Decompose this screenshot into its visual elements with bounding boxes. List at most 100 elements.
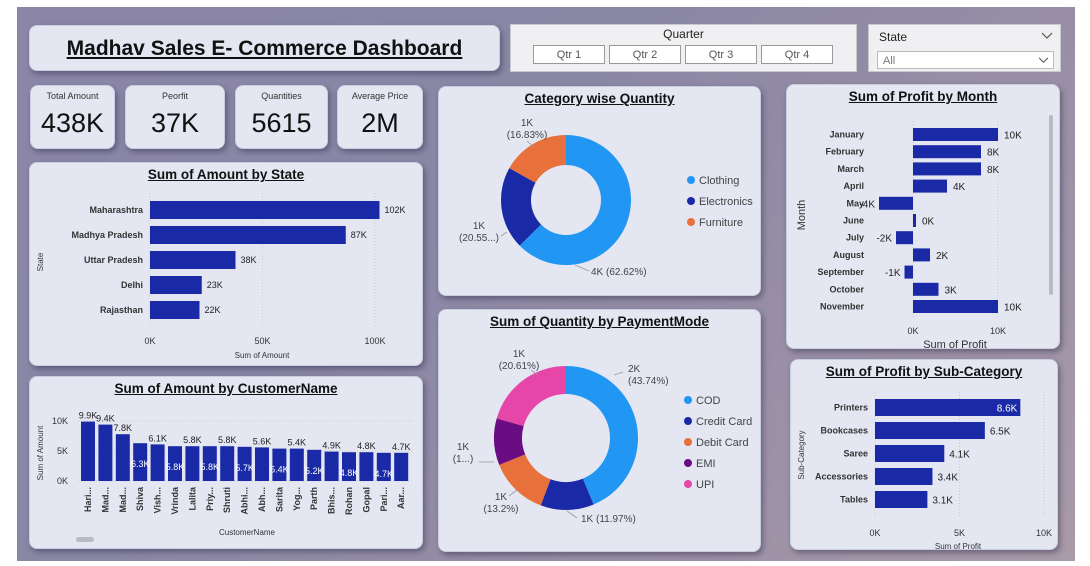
data-label: 3.1K [932,496,953,507]
data-label: 1K (11.97%) [581,514,636,525]
y-tick-label: Madhya Pradesh [71,230,143,240]
x-tick-label: Abhi... [240,487,250,515]
legend-label: Furniture [699,217,743,229]
legend-label: Clothing [699,175,739,187]
x-tick-label: Mad... [118,487,128,513]
legend-marker [684,417,692,425]
x-axis-title: Sum of Profit [923,339,987,350]
quarter-option-qtr3[interactable]: Qtr 3 [685,45,757,64]
data-label: 4.1K [949,450,970,461]
data-label: 5.2K [305,466,324,476]
leader-line [613,371,624,376]
x-tick-label: Mad... [100,487,110,513]
data-label: (1...) [453,454,474,465]
kpi-value: 5615 [251,108,312,138]
data-label: 1K [521,118,534,129]
quarter-option-qtr4[interactable]: Qtr 4 [761,45,833,64]
page-title: Madhav Sales E- Commerce Dashboard [66,37,463,60]
data-label: 38K [241,255,257,265]
data-label: 5.6K [253,436,272,446]
profit-by-subcategory-card: Sum of Profit by Sub-Category 0K 5K 10K Pri… [790,359,1058,551]
y-tick-label: November [820,302,865,312]
y-axis-title: State [36,252,45,271]
bar [875,445,945,462]
quarter-option-qtr1[interactable]: Qtr 1 [533,45,605,64]
x-tick-label: Bhis... [327,487,337,514]
data-label: -4K [859,199,875,210]
payment-mode-chart: 2K(43.74%)1K (11.97%)1K(13.2%)1K(1...)1K… [453,349,753,525]
x-tick-label: 10K [990,326,1006,336]
bar [150,444,165,481]
chevron-down-icon [1038,57,1049,63]
data-label: 1K [473,221,486,232]
data-label: 0K [922,217,935,228]
bar [150,201,380,219]
bar [913,214,916,227]
data-label: -1K [885,268,901,279]
y-axis-title: Sub-Category [797,430,806,479]
legend-marker [687,197,695,205]
data-label: (20.61%) [499,361,540,372]
data-label: 6.1K [148,433,167,443]
data-label: 4K (62.62%) [591,267,647,278]
legend-label: Debit Card [696,437,749,449]
legend-label: Electronics [699,196,753,208]
data-label: 5.4K [288,438,307,448]
bar [913,128,998,141]
y-tick-label: Tables [840,495,868,505]
data-label: 5.8K [201,462,220,472]
title-card: Madhav Sales E- Commerce Dashboard [29,25,500,71]
data-label: (13.2%) [483,504,518,515]
data-label: 5.8K [183,435,202,445]
kpi-value: 438K [40,108,105,138]
bar [394,452,409,481]
y-tick-label: Printers [834,403,868,413]
bar [913,248,930,262]
legend-label: UPI [696,479,714,491]
kpi-value: 2M [361,108,399,138]
chevron-down-icon[interactable] [1041,32,1053,40]
x-tick-label: Priy... [205,487,215,511]
legend-marker [684,396,692,404]
data-label: 4.7K [375,469,394,479]
vertical-scrollbar[interactable] [1049,115,1053,295]
bar [115,434,130,481]
kpi-value: 37K [150,108,200,138]
y-tick-label: Maharashtra [89,205,144,215]
category-quantity-card: Category wise Quantity 4K (62.62%) 1K (20.… [438,86,761,296]
data-label: 4.8K [340,468,359,478]
state-dropdown[interactable]: All [877,51,1054,69]
bar [359,452,374,481]
data-label: 4.8K [357,441,376,451]
quarter-option-qtr2[interactable]: Qtr 2 [609,45,681,64]
profit-by-month-chart: January 10KFebruary 8KMarch 8KApril 4KMay-4K… [796,121,1022,350]
x-tick-label: 0K [907,326,918,336]
bar [913,300,998,313]
kpi-label: Peorfit [161,91,188,101]
data-label: 2K [628,364,641,375]
legend-marker [684,459,692,467]
x-tick-label: Sarita [274,486,284,512]
data-label: (20.55...) [459,233,499,244]
x-tick-label: 0K [869,528,880,538]
bar [150,301,200,319]
data-label: 5.8K [218,435,237,445]
y-tick-label: September [817,267,864,277]
data-label: 1K [513,349,526,360]
bar [255,447,269,481]
kpi-card-total-amount: Total Amount 438K [30,85,115,149]
data-label: (43.74%) [628,376,669,387]
leader-line [566,510,578,519]
bar [150,251,236,269]
data-label: 6.5K [990,427,1011,438]
bar [324,451,339,481]
kpi-label: Total Amount [46,91,99,101]
y-tick-label: June [843,216,864,226]
leader-line [574,264,590,272]
x-tick-label: Pari... [379,487,389,512]
legend-label: Credit Card [696,416,752,428]
state-slicer[interactable]: State All [868,24,1061,72]
x-tick-label: Lalita [187,486,197,511]
x-axis-title: Sum of Amount [235,351,290,360]
horizontal-scrollbar[interactable] [76,537,94,542]
